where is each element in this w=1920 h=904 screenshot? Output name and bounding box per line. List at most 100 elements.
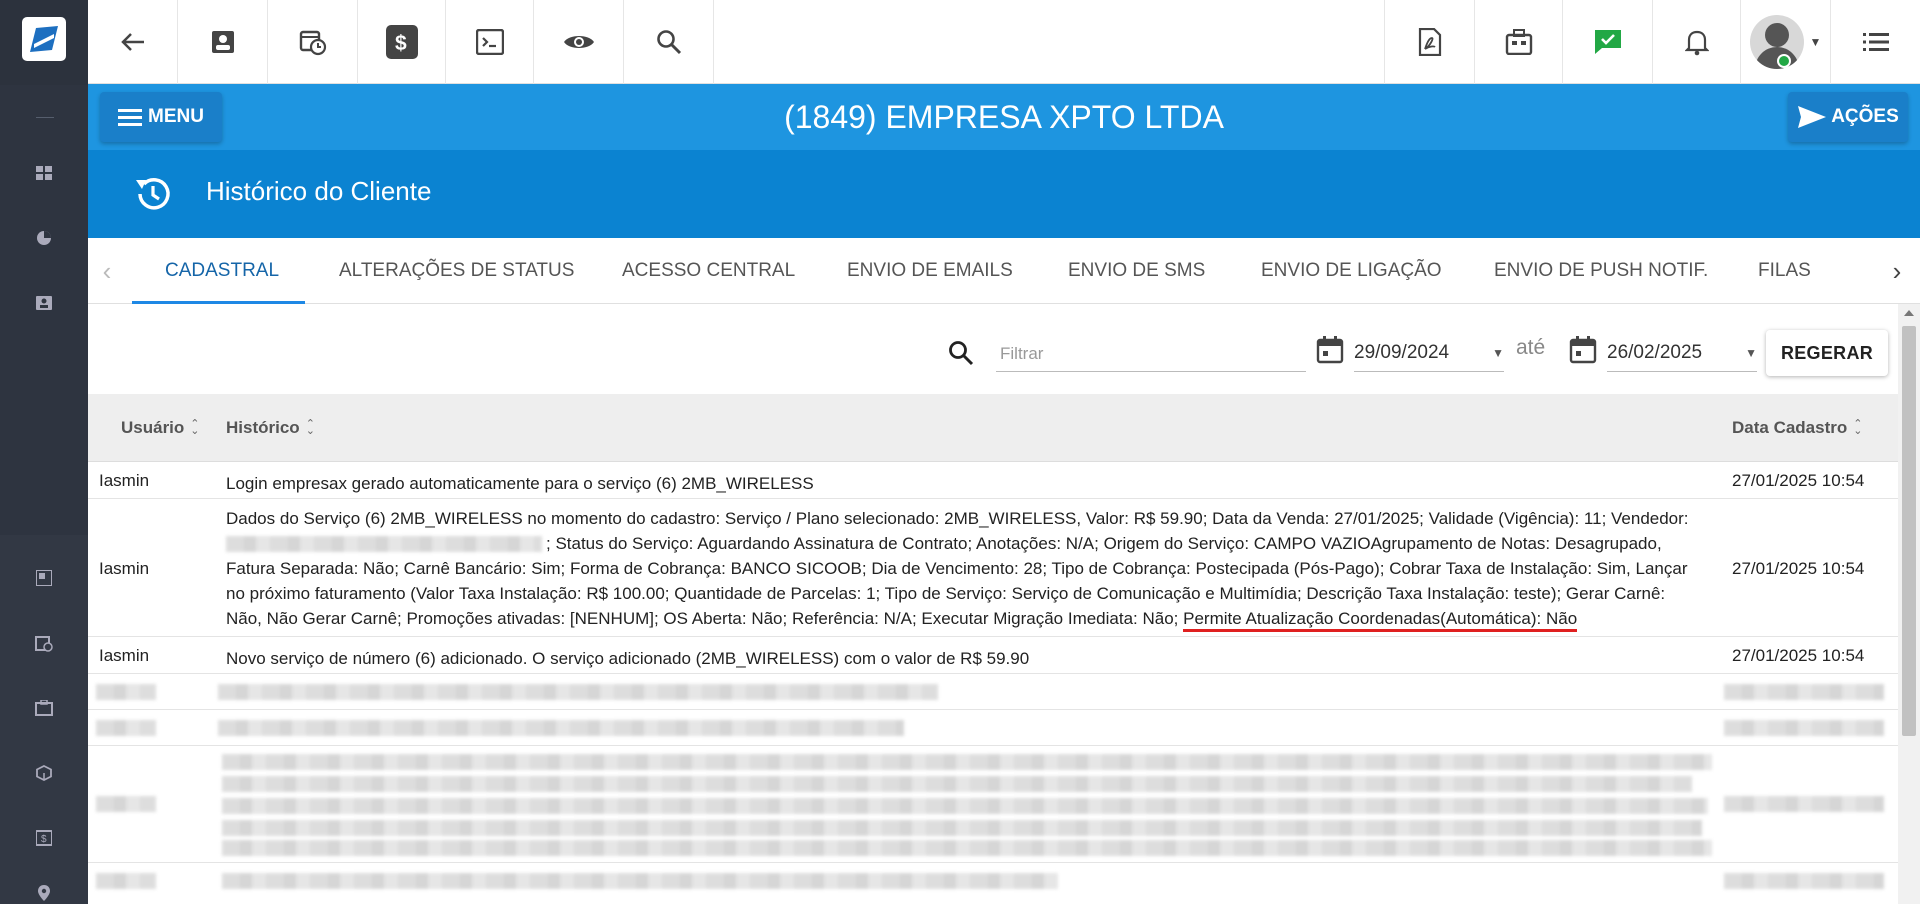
redacted-text [96,873,156,889]
column-header-history[interactable]: Histórico ⌃ ⌄ [226,418,315,438]
regerar-button[interactable]: REGERAR [1766,330,1888,376]
tab-cadastral[interactable]: CADASTRAL [165,238,279,304]
column-header-date[interactable]: Data Cadastro ⌃ ⌄ [1732,418,1862,438]
finance-button[interactable]: $ [358,0,446,84]
location-pin-icon[interactable] [34,883,54,903]
board-icon[interactable] [34,568,54,588]
back-button[interactable] [88,0,178,84]
column-header-label: Histórico [226,418,300,437]
tasks-button[interactable] [1562,0,1652,84]
search-icon [656,30,681,55]
acoes-button[interactable]: AÇÕES [1788,92,1908,142]
menu-label: MENU [148,106,204,127]
table-row[interactable]: Iasmin Dados do Serviço (6) 2MB_WIRELESS… [88,499,1898,637]
tab-alteracoes-status[interactable]: ALTERAÇÕES DE STATUS [339,238,574,304]
scrollbar-thumb[interactable] [1902,326,1916,736]
column-header-label: Data Cadastro [1732,418,1848,437]
company-button[interactable] [1474,0,1562,84]
dollar-icon: $ [385,25,418,59]
redacted-text [222,754,1712,770]
cell-history: Dados do Serviço (6) 2MB_WIRELESS no mom… [226,506,1706,632]
cell-user: Iasmin [99,646,150,665]
history-icon [136,178,170,210]
money-icon[interactable]: $ [34,828,54,848]
company-name: (1849) EMPRESA XPTO LTDA [784,98,1224,135]
cell-user: Iasmin [99,471,150,490]
view-button[interactable] [534,0,624,84]
redacted-text [222,820,1702,836]
pie-chart-icon[interactable] [34,228,54,248]
calendar-icon[interactable] [1569,336,1597,364]
table-header: Usuário ⌃ ⌄ Histórico ⌃ ⌄ Data Cadastro ⌃ ⌄ [88,394,1898,462]
history-line: Fatura Separada: Não; Carnê Bancário: Si… [226,559,1688,578]
app-logo[interactable] [22,17,66,61]
date-from-field[interactable]: 29/09/2024 ▼ [1354,334,1504,372]
dashboard-icon[interactable] [34,163,54,183]
contact-card-icon[interactable] [34,293,54,313]
tab-envio-emails[interactable]: ENVIO DE EMAILS [847,238,1013,304]
calendar-icon[interactable] [1316,336,1344,364]
cell-history: Novo serviço de número (6) adicionado. O… [226,649,1030,668]
tab-envio-push[interactable]: ENVIO DE PUSH NOTIF. [1494,238,1708,304]
tabs-scroll-right-icon[interactable]: › [1882,238,1912,304]
sort-icon: ⌃ ⌄ [190,418,200,437]
tab-filas[interactable]: FILAS [1758,238,1811,304]
table-row-redacted[interactable] [88,746,1898,863]
user-menu-button[interactable]: ▼ [1740,0,1830,84]
tabs-scroll-left-icon[interactable]: ‹ [92,238,122,304]
history-line: Não, Não Gerar Carnê; Promoções ativadas… [226,609,1179,628]
column-header-user[interactable]: Usuário ⌃ ⌄ [121,418,200,438]
list-menu-button[interactable] [1830,0,1920,84]
tab-envio-ligacao[interactable]: ENVIO DE LIGAÇÃO [1261,238,1442,304]
vertical-scrollbar[interactable] [1898,304,1920,904]
redacted-text [222,776,1692,792]
menu-button[interactable]: MENU [100,92,222,142]
sidebar-lower: $ [0,535,88,904]
cell-date: 27/01/2025 10:54 [1732,559,1865,578]
table-row-redacted[interactable] [88,863,1898,899]
date-separator: até [1516,336,1546,359]
redacted-text [96,796,156,812]
redacted-text [1724,684,1884,700]
company-header: (1849) EMPRESA XPTO LTDA MENU AÇÕES [88,84,1920,150]
sort-icon: ⌃ ⌄ [1853,418,1863,437]
contact-button[interactable] [178,0,268,84]
redacted-text [222,840,1712,856]
highlighted-text: Permite Atualização Coordenadas(Automáti… [1183,609,1578,632]
tab-envio-sms[interactable]: ENVIO DE SMS [1068,238,1205,304]
table-row[interactable]: Iasmin Novo serviço de número (6) adicio… [88,637,1898,674]
sidebar-divider [36,117,54,118]
date-to-value: 26/02/2025 [1607,341,1703,363]
date-to-field[interactable]: 26/02/2025 ▼ [1607,334,1757,372]
terminal-button[interactable] [446,0,534,84]
calendar-clock-icon[interactable] [34,633,54,653]
redacted-text [1724,796,1884,812]
cell-date: 27/01/2025 10:54 [1732,471,1865,490]
pdf-button[interactable] [1384,0,1474,84]
cell-date: 27/01/2025 10:54 [1732,646,1865,665]
tab-acesso-central[interactable]: ACESSO CENTRAL [622,238,795,304]
redacted-text [1724,720,1884,736]
redacted-text [222,873,1058,889]
history-line-wrapper: Não, Não Gerar Carnê; Promoções ativadas… [226,606,1706,632]
table-row[interactable]: Iasmin Login empresax gerado automaticam… [88,462,1898,499]
checked-message-icon [1594,30,1621,54]
bell-icon [1684,30,1709,56]
notifications-button[interactable] [1652,0,1740,84]
scroll-up-icon[interactable] [1904,310,1914,316]
section-title: Histórico do Cliente [206,176,432,206]
filter-bar: 29/09/2024 ▼ até 26/02/2025 ▼ REGERAR [88,304,1898,394]
company-icon[interactable] [34,698,54,718]
filter-input[interactable] [996,336,1306,372]
table-row-redacted[interactable] [88,710,1898,746]
package-icon[interactable] [34,763,54,783]
history-table: Usuário ⌃ ⌄ Histórico ⌃ ⌄ Data Cadastro ⌃ ⌄… [88,394,1898,899]
dropdown-arrow-icon: ▼ [1745,345,1757,360]
table-row-redacted[interactable] [88,674,1898,710]
cell-history: Login empresax gerado automaticamente pa… [226,474,814,493]
schedule-button[interactable] [268,0,358,84]
company-icon [1505,29,1532,55]
send-icon [1798,106,1827,128]
calendar-clock-icon [299,30,326,56]
search-button[interactable] [624,0,714,84]
